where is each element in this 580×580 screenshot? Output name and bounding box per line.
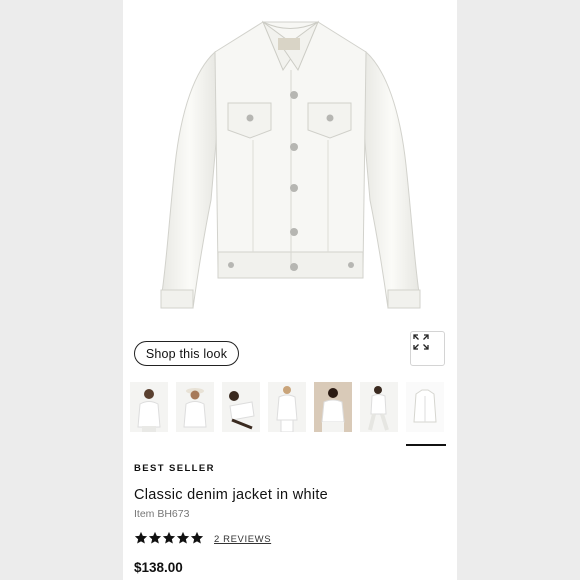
star-icon [176, 531, 190, 544]
active-thumbnail-indicator [406, 444, 446, 446]
thumbnail-model-full[interactable] [268, 382, 306, 432]
thumbnail-model-reclining[interactable] [222, 382, 260, 432]
star-icon [134, 531, 148, 544]
thumbnail-model-seated[interactable] [314, 382, 352, 432]
thumbnail-flat-lay[interactable] [406, 382, 444, 432]
thumbnail-strip [130, 382, 450, 446]
reviews-link[interactable]: 2 REVIEWS [214, 534, 271, 545]
expand-arrows-icon [413, 334, 429, 350]
star-icon [148, 531, 162, 544]
thumbnail-model-hat[interactable] [176, 382, 214, 432]
star-icon [162, 531, 176, 544]
item-number: Item BH673 [134, 508, 190, 520]
expand-button[interactable] [410, 331, 445, 366]
star-icon [190, 531, 204, 544]
shop-this-look-button[interactable]: Shop this look [134, 341, 239, 366]
white-denim-jacket-illustration [160, 20, 421, 309]
thumbnail-model-front[interactable] [130, 382, 168, 432]
thumbnail-model-walking[interactable] [360, 382, 398, 432]
product-title: Classic denim jacket in white [134, 487, 329, 503]
best-seller-badge: BEST SELLER [134, 463, 215, 474]
product-image[interactable]: Shop this look [123, 0, 457, 378]
rating-stars [134, 531, 204, 549]
product-price: $138.00 [134, 560, 183, 575]
product-page: Shop this look BEST SELLER Classic denim… [123, 0, 457, 580]
